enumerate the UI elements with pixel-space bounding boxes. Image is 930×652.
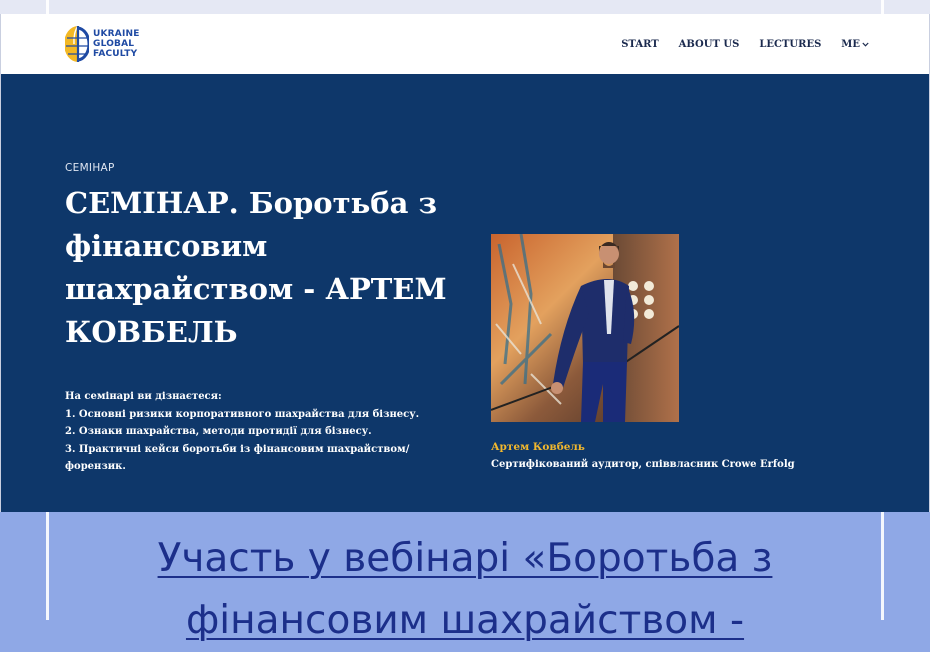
nav-start[interactable]: START — [621, 39, 658, 50]
main-nav: START ABOUT US LECTURES ME — [601, 14, 869, 74]
seminar-outline-intro: На семінарі ви дізнаєтеся: — [65, 391, 222, 402]
seminar-title: СЕМІНАР. Боротьба з фінансовим шахрайств… — [65, 186, 447, 349]
seminar-outline-item: 1. Основні ризики корпоративного шахрайс… — [65, 408, 420, 420]
site-header: UKRAINE GLOBAL FACULTY START ABOUT US LE… — [1, 14, 929, 74]
cta-line: фінансовим шахрайством - — [185, 598, 745, 643]
seminar-hero: СЕМІНАР СЕМІНАР. Боротьба з фінансовим ш… — [1, 74, 929, 512]
nav-about-us[interactable]: ABOUT US — [679, 39, 740, 50]
speaker-photo — [491, 234, 679, 422]
speaker-role: Сертифікований аудитор, співвласник Crow… — [491, 459, 795, 470]
seminar-outline: На семінарі ви дізнаєтеся: 1. Основні ри… — [65, 388, 435, 476]
nav-me[interactable]: ME — [841, 39, 869, 50]
cta-line: Участь у вебінарі «Боротьба з — [157, 536, 773, 581]
logo-line: GLOBAL — [93, 39, 135, 49]
logo-wordmark: UKRAINE GLOBAL FACULTY — [93, 29, 140, 59]
nav-lectures[interactable]: LECTURES — [759, 39, 821, 50]
page-top-strip — [0, 0, 930, 14]
globe-logo-icon — [65, 25, 89, 62]
site-logo[interactable]: UKRAINE GLOBAL FACULTY — [65, 22, 140, 66]
webinar-registration-link[interactable]: Участь у вебінарі «Боротьба з фінансовим… — [60, 528, 870, 652]
seminar-outline-item: 2. Ознаки шахрайства, методи протидії дл… — [65, 426, 372, 437]
seminar-outline-item: 3. Практичні кейси боротьби із фінансови… — [65, 443, 410, 473]
speaker-name: Артем Ковбель — [491, 441, 585, 453]
seminar-category-label: СЕМІНАР — [65, 162, 115, 174]
logo-line: FACULTY — [93, 49, 138, 59]
logo-line: UKRAINE — [93, 29, 140, 39]
chevron-down-icon — [862, 42, 869, 47]
event-page-screenshot: UKRAINE GLOBAL FACULTY START ABOUT US LE… — [0, 14, 930, 512]
nav-me-label: ME — [841, 38, 860, 50]
